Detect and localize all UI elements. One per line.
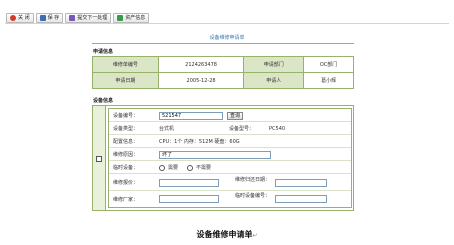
config-label: 配置信息：: [113, 139, 139, 145]
reason-input[interactable]: 坏了: [159, 151, 271, 159]
save-icon: [39, 14, 46, 21]
temp-code-input[interactable]: [275, 195, 327, 203]
radio-no-need-label: 不需要: [196, 165, 212, 171]
return-date-label: 维修归还日期：: [235, 177, 271, 183]
apply-info-table: 维修单编号 2124263478 申请部门 OC部门 申请日期 2005-12-…: [92, 56, 354, 89]
order-no-label: 维修单编号: [92, 56, 159, 73]
device-select-column: [93, 106, 106, 210]
config-row: 配置信息： CPU：1个 内存：512M 硬盘：60G: [109, 136, 351, 148]
asset-icon: [117, 14, 124, 21]
submit-next-button-label: 提交下一处理: [77, 15, 108, 21]
temp-device-label: 临时设备：: [113, 165, 139, 171]
vendor-label: 维修厂家：: [113, 197, 139, 203]
asset-info-button[interactable]: 资产信息: [113, 12, 150, 23]
device-select-checkbox[interactable]: [96, 156, 102, 162]
temp-code-label: 临时设备编号：: [235, 193, 271, 199]
vendor-row: 维修厂家： 临时设备编号：: [109, 192, 351, 207]
applicant-label: 申请人: [243, 72, 305, 89]
caption-text: 设备维修申请单: [196, 230, 253, 239]
radio-need-label: 需要: [168, 165, 179, 171]
applicant-value: 葛小辉: [303, 72, 354, 89]
form-title: 设备维修申请单: [209, 35, 245, 41]
close-button[interactable]: 关 闭: [6, 12, 34, 23]
query-button[interactable]: 查询: [227, 112, 244, 120]
vendor-input[interactable]: [159, 195, 219, 203]
title-divider: [92, 43, 354, 44]
apply-info-title: 申请信息: [93, 49, 114, 55]
quote-input[interactable]: [159, 179, 219, 187]
device-type-row: 设备类型： 台式机 设备型号： PC540: [109, 123, 351, 135]
device-model-label: 设备型号：: [229, 126, 255, 132]
order-no-value: 2124263478: [157, 56, 245, 73]
quote-row: 维修报价： 维修归还日期：: [109, 175, 351, 191]
submit-next-button[interactable]: 提交下一处理: [65, 12, 112, 23]
asset-info-button-label: 资产信息: [125, 15, 146, 21]
toolbar: 关 闭 保 存 提交下一处理 资产信息: [5, 12, 449, 24]
apply-date-label: 申请日期: [92, 72, 159, 89]
return-date-input[interactable]: [275, 179, 327, 187]
apply-date-value: 2005-12-28: [157, 72, 245, 89]
device-detail-panel: 设备编号： 521547 查询 设备类型： 台式机 设备型号： PC540 配置…: [108, 108, 352, 208]
device-code-row: 设备编号： 521547 查询: [109, 110, 351, 122]
config-value: CPU：1个 内存：512M 硬盘：60G: [159, 139, 240, 145]
temp-device-row: 临时设备： 需要 不需要: [109, 162, 351, 174]
device-info-title: 设备信息: [93, 98, 114, 104]
save-button-label: 保 存: [47, 15, 60, 21]
figure-caption: 设备维修申请单↵: [0, 229, 454, 240]
radio-need[interactable]: [159, 165, 165, 171]
device-type-label: 设备类型：: [113, 126, 139, 132]
close-button-label: 关 闭: [18, 15, 30, 21]
submit-icon: [69, 14, 76, 21]
device-code-input[interactable]: 521547: [159, 112, 223, 120]
dept-value: OC部门: [303, 56, 354, 73]
dept-label: 申请部门: [243, 56, 305, 73]
radio-no-need[interactable]: [187, 165, 193, 171]
close-icon: [10, 14, 16, 21]
reason-row: 维修原因： 坏了: [109, 149, 351, 161]
return-mark: ↵: [252, 232, 258, 239]
device-info-section: 设备编号： 521547 查询 设备类型： 台式机 设备型号： PC540 配置…: [92, 105, 354, 211]
save-button[interactable]: 保 存: [35, 12, 64, 23]
device-type-value: 台式机: [159, 126, 175, 132]
quote-label: 维修报价：: [113, 180, 139, 186]
reason-label: 维修原因：: [113, 152, 139, 158]
device-model-value: PC540: [269, 125, 286, 132]
device-code-label: 设备编号：: [113, 113, 139, 119]
